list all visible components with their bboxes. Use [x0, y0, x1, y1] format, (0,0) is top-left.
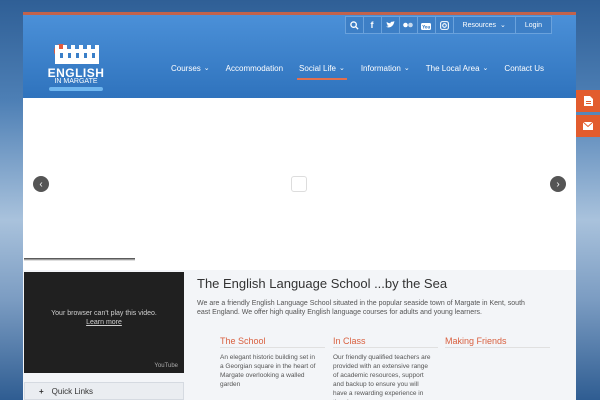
resources-menu[interactable]: Resources ⌄: [454, 17, 515, 33]
slider-shadow: [24, 258, 135, 261]
nav-item-information[interactable]: Information ⌄: [353, 60, 418, 76]
hero-slider: ‹ ›: [23, 98, 576, 270]
email-side-button[interactable]: [576, 115, 600, 137]
nav-item-label: Accommodation: [225, 63, 284, 73]
chevron-down-icon: ⌄: [499, 22, 506, 29]
facebook-icon[interactable]: f: [364, 17, 381, 33]
quick-links-toggle[interactable]: + Quick Links: [24, 382, 184, 400]
video-embed[interactable]: Your browser can't play this video. Lear…: [24, 272, 184, 373]
main-nav: Courses ⌄ Accommodation Social Life ⌄ In…: [163, 60, 552, 80]
top-utility-bar: f You Resources ⌄ Login: [344, 16, 552, 34]
column-title-friends: Making Friends: [445, 336, 507, 346]
page-title: The English Language School ...by the Se…: [197, 276, 448, 291]
youtube-icon[interactable]: You: [418, 17, 435, 33]
slider-loader: [291, 176, 307, 192]
instagram-icon[interactable]: [436, 17, 453, 33]
nav-item-label: Information: [360, 63, 401, 73]
nav-item-courses[interactable]: Courses ⌄: [163, 60, 218, 76]
logo-line-2: IN MARGATE: [54, 78, 98, 85]
chevron-left-icon: ‹: [39, 178, 43, 190]
nav-item-label: Courses: [171, 63, 201, 73]
envelope-icon: [583, 122, 593, 130]
column-text-school: An elegant historic building set in a Ge…: [220, 354, 316, 388]
logo[interactable]: ENGLISH IN MARGATE: [47, 41, 105, 93]
nav-item-local-area[interactable]: The Local Area ⌄: [418, 60, 497, 76]
column-title-class: In Class: [333, 336, 366, 346]
search-icon[interactable]: [346, 17, 363, 33]
column-title-school: The School: [220, 336, 266, 346]
nav-item-contact-us[interactable]: Contact Us: [496, 60, 552, 76]
plus-icon: +: [39, 386, 44, 396]
logo-wave: [49, 87, 103, 91]
twitter-icon[interactable]: [382, 17, 399, 33]
column-text-class: Our friendly qualified teachers are prov…: [333, 354, 431, 400]
chevron-down-icon: ⌄: [203, 65, 210, 72]
brochure-side-button[interactable]: [576, 90, 600, 112]
nav-item-label: Social Life: [299, 63, 336, 73]
document-icon: [583, 96, 593, 106]
chevron-right-icon: ›: [556, 178, 560, 190]
login-button[interactable]: Login: [516, 17, 551, 33]
video-message-text: Your browser can't play this video.: [51, 310, 157, 317]
nav-item-label: Contact Us: [504, 63, 544, 73]
login-label: Login: [524, 21, 542, 29]
chevron-down-icon: ⌄: [482, 65, 489, 72]
video-error-message: Your browser can't play this video. Lear…: [24, 309, 184, 327]
youtube-logo: YouTube: [154, 363, 178, 369]
column-divider: [445, 347, 550, 348]
site-header: f You Resources ⌄ Login ENGLISH IN MARGA…: [23, 12, 576, 98]
nav-item-accommodation[interactable]: Accommodation: [218, 60, 291, 76]
column-divider: [333, 347, 438, 348]
learn-more-link[interactable]: Learn more: [24, 318, 184, 327]
chevron-down-icon: ⌄: [403, 65, 410, 72]
slider-prev-button[interactable]: ‹: [33, 176, 49, 192]
resources-label: Resources: [462, 21, 496, 29]
castle-logo-icon: [54, 44, 99, 64]
nav-item-social-life[interactable]: Social Life ⌄: [291, 60, 353, 80]
slider-next-button[interactable]: ›: [550, 176, 566, 192]
intro-text: We are a friendly English Language Schoo…: [197, 300, 525, 316]
quick-links-label: Quick Links: [51, 386, 94, 396]
column-divider: [220, 347, 325, 348]
chevron-down-icon: ⌄: [338, 65, 345, 72]
flickr-icon[interactable]: [400, 17, 417, 33]
nav-item-label: The Local Area: [425, 63, 480, 73]
svg-text:You: You: [421, 24, 430, 29]
